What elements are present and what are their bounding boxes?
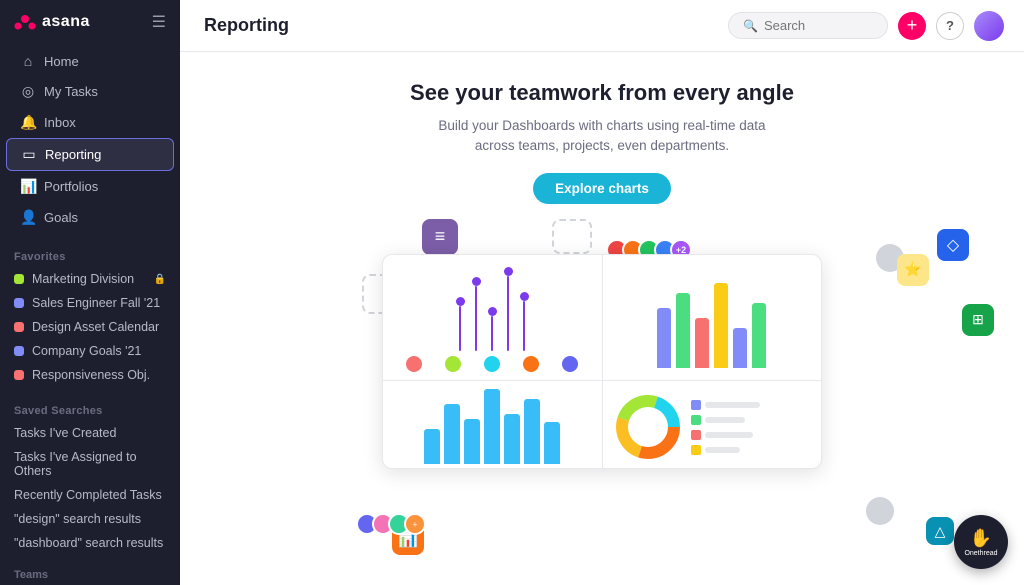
avatar-sm-b4: + (404, 513, 426, 535)
favorite-item-design[interactable]: Design Asset Calendar (0, 315, 180, 339)
teal-triangle-icon: △ (926, 517, 954, 545)
search-input[interactable] (764, 18, 873, 33)
sidebar-label-goals: Goals (44, 210, 78, 225)
blue-diamond-icon: ◇ (937, 229, 969, 261)
favorite-label: Sales Engineer Fall '21 (32, 296, 160, 310)
page-title: Reporting (204, 15, 289, 36)
favorite-item-responsiveness[interactable]: Responsiveness Obj. (0, 363, 180, 387)
sidebar-item-goals[interactable]: 👤 Goals (6, 202, 174, 233)
chart-donut-legend (603, 381, 822, 469)
favorite-item-sales[interactable]: Sales Engineer Fall '21 (0, 291, 180, 315)
search-box[interactable]: 🔍 (728, 12, 888, 39)
saved-search-design[interactable]: "design" search results (0, 507, 180, 531)
green-grid-icon: ⊞ (962, 304, 994, 336)
topbar: Reporting 🔍 + ? (180, 0, 1024, 52)
purple-tag-icon: ≡ (422, 219, 458, 255)
search-icon: 🔍 (743, 19, 758, 33)
saved-search-completed[interactable]: Recently Completed Tasks (0, 483, 180, 507)
sidebar-item-inbox[interactable]: 🔔 Inbox (6, 107, 174, 138)
add-button[interactable]: + (898, 12, 926, 40)
sidebar-label-home: Home (44, 54, 79, 69)
favorites-section-label: Favorites (0, 241, 180, 267)
favorite-item-company-goals[interactable]: Company Goals '21 (0, 339, 180, 363)
donut-legend (691, 400, 760, 455)
favorite-label: Responsiveness Obj. (32, 368, 150, 382)
my-tasks-icon: ◎ (20, 83, 36, 100)
favorite-color-dot (14, 322, 24, 332)
saved-search-created[interactable]: Tasks I've Created (0, 421, 180, 445)
inbox-icon: 🔔 (20, 114, 36, 131)
sidebar-item-portfolios[interactable]: 📊 Portfolios (6, 171, 174, 202)
asana-logo-text: asana (42, 13, 90, 31)
sidebar-item-home[interactable]: ⌂ Home (6, 46, 174, 76)
main-dashboard-card (382, 254, 822, 469)
chart-bar-multicolor (603, 255, 822, 380)
favorite-label: Design Asset Calendar (32, 320, 159, 334)
reporting-icon: ▭ (21, 146, 37, 163)
asana-logo: asana (14, 13, 90, 31)
favorite-color-dot (14, 274, 24, 284)
hero-section: See your teamwork from every angle Build… (180, 52, 1024, 585)
star-badge-icon: ⭐ (897, 254, 929, 286)
favorite-item-marketing[interactable]: Marketing Division 🔒 (0, 267, 180, 291)
main-content: Reporting 🔍 + ? See your teamwork from e… (180, 0, 1024, 585)
favorite-color-dot (14, 370, 24, 380)
sidebar-label-inbox: Inbox (44, 115, 76, 130)
saved-searches-list: Tasks I've Created Tasks I've Assigned t… (0, 421, 180, 555)
hero-text-block: See your teamwork from every angle Build… (410, 80, 794, 204)
donut-chart-svg (613, 392, 683, 462)
favorites-list: Marketing Division 🔒 Sales Engineer Fall… (0, 267, 180, 387)
sidebar-item-reporting[interactable]: ▭ Reporting (6, 138, 174, 171)
sidebar-label-reporting: Reporting (45, 147, 101, 162)
sidebar-header: asana ☰ (0, 0, 180, 42)
chart-area-bar (383, 381, 602, 469)
hero-title: See your teamwork from every angle (410, 80, 794, 106)
favorite-color-dot (14, 346, 24, 356)
avatar-group-bottom: + (362, 513, 426, 535)
favorite-color-dot (14, 298, 24, 308)
hero-subtitle: Build your Dashboards with charts using … (422, 116, 782, 157)
portfolios-icon: 📊 (20, 178, 36, 195)
sidebar-label-my-tasks: My Tasks (44, 84, 98, 99)
goals-icon: 👤 (20, 209, 36, 226)
home-icon: ⌂ (20, 53, 36, 69)
help-button[interactable]: ? (936, 12, 964, 40)
dashboard-illustration: ≡ 📊 ◇ ⊞ △ ⭐ +2 (180, 214, 1024, 585)
sidebar-item-my-tasks[interactable]: ◎ My Tasks (6, 76, 174, 107)
saved-search-assigned[interactable]: Tasks I've Assigned to Others (0, 445, 180, 483)
teams-label: Teams (0, 563, 180, 585)
saved-search-dashboard[interactable]: "dashboard" search results (0, 531, 180, 555)
favorite-label: Marketing Division (32, 272, 134, 286)
floating-avatar-2 (866, 497, 894, 525)
chart-lollipop (383, 255, 602, 380)
lock-icon: 🔒 (154, 274, 166, 285)
sidebar-label-portfolios: Portfolios (44, 179, 98, 194)
favorite-label: Company Goals '21 (32, 344, 141, 358)
topbar-right: 🔍 + ? (728, 11, 1004, 41)
onethread-badge[interactable]: ✋ Onethread (954, 515, 1008, 569)
onethread-label: Onethread (964, 550, 997, 557)
sidebar: asana ☰ ⌂ Home ◎ My Tasks 🔔 Inbox ▭ Repo… (0, 0, 180, 585)
dashed-placeholder-2 (552, 219, 592, 254)
asana-logo-icon (14, 14, 36, 30)
main-nav: ⌂ Home ◎ My Tasks 🔔 Inbox ▭ Reporting 📊 … (0, 42, 180, 241)
onethread-icon: ✋ (970, 528, 992, 549)
hamburger-menu-icon[interactable]: ☰ (152, 12, 166, 32)
saved-searches-label: Saved Searches (0, 395, 180, 421)
avatar[interactable] (974, 11, 1004, 41)
explore-charts-button[interactable]: Explore charts (533, 173, 671, 204)
